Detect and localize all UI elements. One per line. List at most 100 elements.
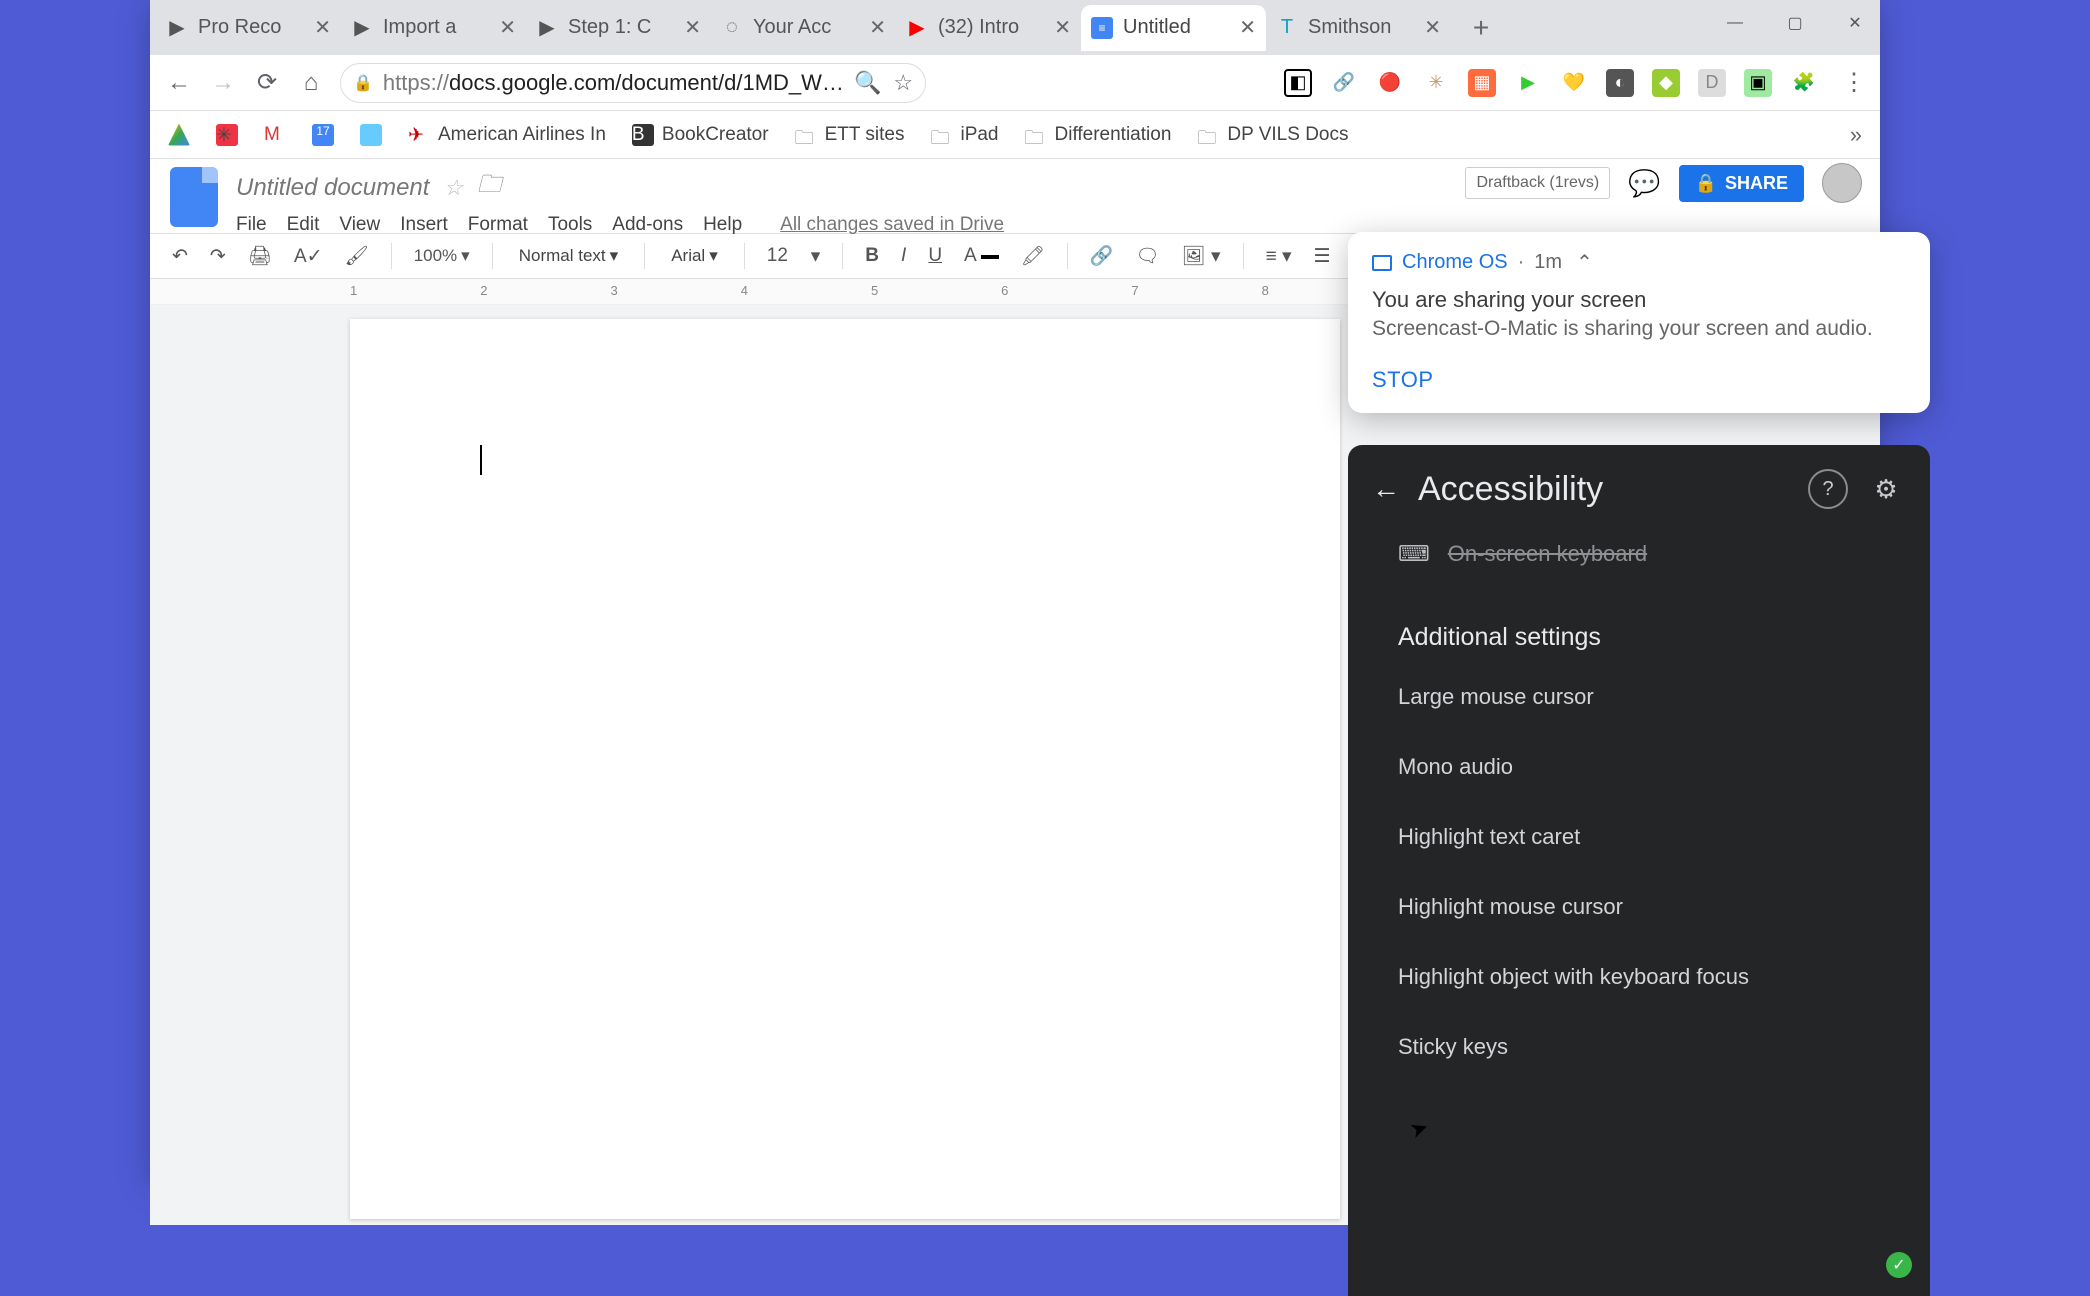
- zoom-select[interactable]: 100% ▾: [408, 242, 476, 270]
- a11y-item-mono-audio[interactable]: Mono audio: [1398, 732, 1880, 802]
- link-button[interactable]: 🔗: [1084, 240, 1120, 272]
- document-page[interactable]: [350, 319, 1340, 1219]
- close-icon[interactable]: ✕: [1424, 15, 1441, 40]
- ext-icon[interactable]: ▣: [1744, 69, 1772, 97]
- print-button[interactable]: 🖨: [242, 240, 278, 272]
- account-avatar[interactable]: [1822, 163, 1862, 203]
- back-button[interactable]: ←: [164, 68, 194, 98]
- menu-help[interactable]: Help: [703, 214, 742, 236]
- bookmarks-overflow[interactable]: »: [1850, 122, 1862, 148]
- bookmark[interactable]: ✳: [216, 124, 238, 146]
- star-icon[interactable]: ☆: [893, 70, 913, 96]
- italic-button[interactable]: I: [895, 241, 912, 271]
- ext-icon[interactable]: 🔗: [1330, 69, 1358, 97]
- close-icon[interactable]: ✕: [1239, 15, 1256, 40]
- back-button[interactable]: ←: [1372, 473, 1400, 505]
- align-button[interactable]: ≡ ▾: [1260, 241, 1298, 272]
- font-size-dropdown[interactable]: ▾: [805, 241, 827, 272]
- bookmark[interactable]: M: [264, 124, 286, 146]
- star-icon[interactable]: ☆: [443, 175, 463, 201]
- ext-icon[interactable]: 💛: [1560, 69, 1588, 97]
- font-size-input[interactable]: 12: [761, 241, 795, 271]
- ext-icon[interactable]: ◐: [1606, 69, 1634, 97]
- browser-menu-button[interactable]: ⋮: [1842, 68, 1866, 97]
- home-button[interactable]: ⌂: [296, 68, 326, 98]
- bookmark-folder[interactable]: 🗀Differentiation: [1025, 124, 1172, 146]
- bookmark-folder[interactable]: 🗀DP VILS Docs: [1197, 124, 1348, 146]
- undo-button[interactable]: ↶: [166, 241, 194, 272]
- stop-button[interactable]: STOP: [1372, 367, 1906, 393]
- close-icon[interactable]: ✕: [684, 15, 701, 40]
- bookmark[interactable]: [360, 124, 382, 146]
- address-bar[interactable]: 🔒 https://docs.google.com/document/d/1MD…: [340, 63, 926, 103]
- menu-format[interactable]: Format: [468, 214, 528, 236]
- highlight-button[interactable]: 🖍: [1015, 240, 1051, 272]
- ext-icon[interactable]: ◆: [1652, 69, 1680, 97]
- ext-icon[interactable]: 🔴: [1376, 69, 1404, 97]
- menu-tools[interactable]: Tools: [548, 214, 592, 236]
- document-title[interactable]: Untitled document: [236, 174, 429, 202]
- new-tab-button[interactable]: +: [1461, 8, 1501, 48]
- help-icon[interactable]: ?: [1808, 469, 1848, 509]
- close-icon[interactable]: ✕: [314, 15, 331, 40]
- ext-icon[interactable]: ✳: [1422, 69, 1450, 97]
- tab-0[interactable]: ▶ Pro Reco ✕: [156, 5, 341, 51]
- close-icon[interactable]: ✕: [499, 15, 516, 40]
- font-select[interactable]: Arial ▾: [661, 242, 728, 270]
- close-icon[interactable]: ✕: [869, 15, 886, 40]
- bookmark[interactable]: ✈American Airlines In: [408, 124, 606, 146]
- folder-icon[interactable]: 🗀: [477, 167, 501, 208]
- menu-insert[interactable]: Insert: [400, 214, 448, 236]
- bookmark[interactable]: BBookCreator: [632, 124, 769, 146]
- maximize-button[interactable]: ▢: [1780, 8, 1810, 38]
- tab-5-active[interactable]: ≡ Untitled ✕: [1081, 5, 1266, 51]
- tab-2[interactable]: ▶ Step 1: C ✕: [526, 5, 711, 51]
- image-button[interactable]: 🖼 ▾: [1176, 240, 1227, 272]
- menu-view[interactable]: View: [339, 214, 380, 236]
- redo-button[interactable]: ↷: [204, 241, 232, 272]
- draftback-button[interactable]: Draftback (1revs): [1465, 167, 1610, 199]
- comments-icon[interactable]: 💬: [1628, 168, 1660, 199]
- spellcheck-button[interactable]: A✓: [288, 241, 329, 272]
- chevron-up-icon[interactable]: ⌃: [1576, 250, 1593, 275]
- a11y-item-large-cursor[interactable]: Large mouse cursor: [1398, 662, 1880, 732]
- close-icon[interactable]: ✕: [1054, 15, 1071, 40]
- ext-icon[interactable]: ▦: [1468, 69, 1496, 97]
- line-spacing-button[interactable]: ☰: [1308, 241, 1337, 272]
- a11y-item-onscreen-keyboard[interactable]: ⌨ On-screen keyboard: [1398, 533, 1880, 593]
- gear-icon[interactable]: ⚙: [1866, 469, 1906, 509]
- forward-button[interactable]: →: [208, 68, 238, 98]
- ext-icon[interactable]: ▶: [1514, 69, 1542, 97]
- menu-file[interactable]: File: [236, 214, 267, 236]
- text-color-button[interactable]: A: [958, 241, 1005, 271]
- search-icon[interactable]: 🔍: [854, 70, 881, 96]
- a11y-item-highlight-caret[interactable]: Highlight text caret: [1398, 802, 1880, 872]
- bookmark-folder[interactable]: 🗀ETT sites: [795, 124, 905, 146]
- ext-icon[interactable]: 🧩: [1790, 69, 1818, 97]
- a11y-item-sticky-keys[interactable]: Sticky keys: [1398, 1012, 1880, 1082]
- reload-button[interactable]: ⟳: [252, 68, 282, 98]
- a11y-item-highlight-mouse[interactable]: Highlight mouse cursor: [1398, 872, 1880, 942]
- tab-3[interactable]: ◌ Your Acc ✕: [711, 5, 896, 51]
- bookmark[interactable]: 17: [312, 124, 334, 146]
- comment-button[interactable]: 🗨: [1130, 240, 1166, 272]
- bold-button[interactable]: B: [859, 241, 885, 271]
- menu-addons[interactable]: Add-ons: [612, 214, 683, 236]
- bookmark[interactable]: [168, 124, 190, 146]
- paint-format-button[interactable]: 🖌: [339, 240, 375, 272]
- docs-logo-icon[interactable]: [170, 167, 218, 227]
- bookmark-folder[interactable]: 🗀iPad: [930, 124, 998, 146]
- tab-4[interactable]: ▶ (32) Intro ✕: [896, 5, 1081, 51]
- paragraph-style-select[interactable]: Normal text ▾: [509, 242, 628, 270]
- ext-icon[interactable]: D: [1698, 69, 1726, 97]
- share-button[interactable]: 🔒SHARE: [1679, 165, 1804, 202]
- close-window-button[interactable]: ✕: [1840, 8, 1870, 38]
- a11y-item-highlight-focus[interactable]: Highlight object with keyboard focus: [1398, 942, 1880, 1012]
- tab-1[interactable]: ▶ Import a ✕: [341, 5, 526, 51]
- ext-icon[interactable]: ◧: [1284, 69, 1312, 97]
- tab-6[interactable]: T Smithson ✕: [1266, 5, 1451, 51]
- minimize-button[interactable]: —: [1720, 8, 1750, 38]
- bookmark-label: Differentiation: [1055, 124, 1172, 146]
- menu-edit[interactable]: Edit: [287, 214, 320, 236]
- underline-button[interactable]: U: [922, 241, 948, 271]
